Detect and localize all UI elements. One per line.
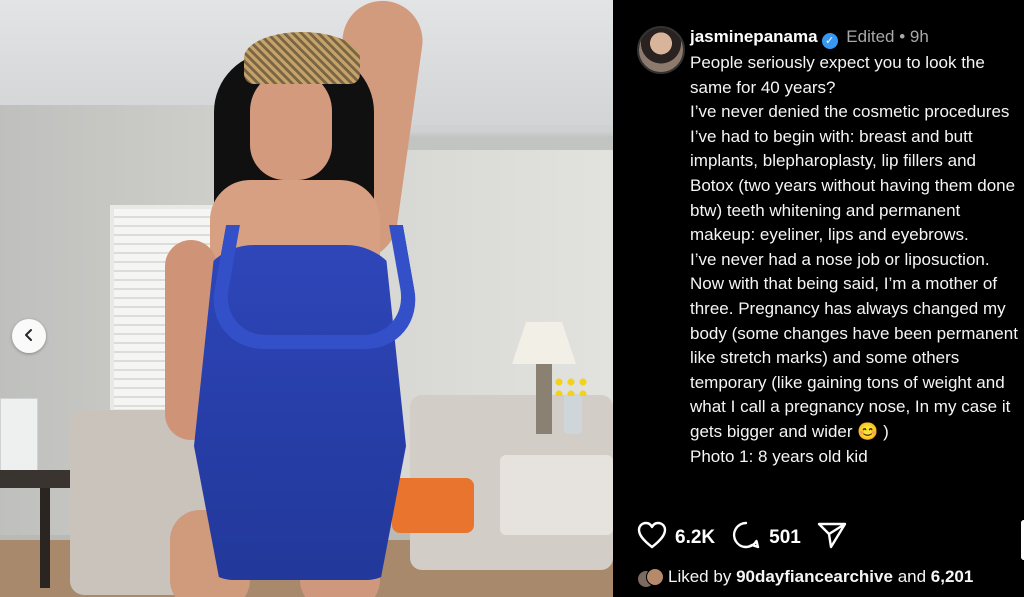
heart-icon — [637, 521, 675, 555]
photo-person-headpiece — [244, 32, 360, 84]
share-button[interactable] — [817, 521, 855, 555]
edited-label: Edited — [846, 27, 895, 46]
chevron-left-icon — [22, 328, 36, 345]
liked-by-connector: and — [897, 567, 927, 586]
like-button[interactable]: 6.2K — [637, 521, 715, 555]
post-header-text: jasminepanama ✓ Edited • 9h — [690, 26, 929, 49]
post-details-panel: jasminepanama ✓ Edited • 9h People seriou… — [613, 0, 1024, 597]
username-link[interactable]: jasminepanama — [690, 27, 818, 46]
post-photo[interactable] — [0, 0, 613, 597]
post-time[interactable]: 9h — [910, 27, 929, 46]
paper-plane-icon — [817, 521, 855, 555]
comment-bubble-icon — [731, 520, 769, 556]
avatar[interactable] — [637, 26, 685, 74]
post-actions: 6.2K 501 — [637, 520, 871, 556]
caption-fade — [690, 488, 1024, 500]
photo-lamp-base — [536, 364, 552, 434]
liked-by-line: Liked by 90dayfiancearchive and 6,201 — [637, 566, 973, 588]
post-header: jasminepanama ✓ Edited • 9h — [637, 26, 929, 74]
liked-by-count-link[interactable]: 6,201 — [931, 567, 974, 586]
photo-sofa-seat — [500, 455, 613, 535]
liked-by-avatars — [637, 566, 665, 588]
liked-by-text: Liked by 90dayfiancearchive and 6,201 — [668, 567, 973, 587]
photo-orange-pillow — [392, 478, 474, 533]
photo-side-table-leg — [40, 488, 50, 588]
liked-by-user-link[interactable]: 90dayfiancearchive — [736, 567, 893, 586]
photo-swimsuit-ruffle-right — [289, 225, 425, 349]
photo-person-face — [250, 70, 332, 180]
verified-badge-icon: ✓ — [821, 33, 838, 49]
post-caption: People seriously expect you to look the … — [690, 53, 1018, 466]
comment-count: 501 — [769, 527, 801, 548]
liked-avatar-2 — [646, 568, 664, 586]
liked-by-prefix: Liked by — [668, 567, 732, 586]
carousel-prev-button[interactable] — [12, 319, 46, 353]
photo-box — [0, 398, 38, 476]
photo-vase — [564, 394, 582, 434]
photo-flowers — [553, 376, 591, 396]
meta-separator: • — [899, 27, 906, 46]
like-count: 6.2K — [675, 527, 716, 548]
comment-button[interactable]: 501 — [731, 520, 801, 556]
